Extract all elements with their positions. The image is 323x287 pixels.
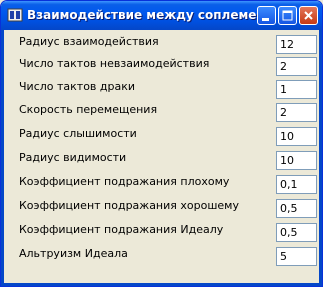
field-label-ideal-imitation-coef: Коэффициент подражания Идеалу xyxy=(19,223,224,236)
minimize-icon xyxy=(262,18,269,21)
field-label-hearing-radius: Радиус слышимости xyxy=(19,127,137,140)
bad-imitation-coef-input[interactable] xyxy=(276,175,317,194)
field-label-visibility-radius: Радиус видимости xyxy=(19,151,127,164)
minimize-button[interactable] xyxy=(257,6,276,25)
movement-speed-input[interactable] xyxy=(276,103,317,122)
interaction-radius-input[interactable] xyxy=(276,35,317,54)
field-label-bad-imitation-coef: Коэффициент подражания плохому xyxy=(19,175,230,188)
field-label-noninteraction-ticks: Число тактов невзаимодействия xyxy=(19,57,210,70)
window-title: Взаимодействие между соплеменник... xyxy=(27,8,259,22)
close-icon xyxy=(304,11,313,20)
field-label-movement-speed: Скорость перемещения xyxy=(19,103,158,116)
maximize-icon xyxy=(282,10,293,21)
ideal-imitation-coef-input[interactable] xyxy=(276,223,317,242)
visibility-radius-input[interactable] xyxy=(276,151,317,170)
maximize-button[interactable] xyxy=(278,6,297,25)
app-icon xyxy=(7,8,23,22)
fight-ticks-input[interactable] xyxy=(276,80,317,99)
field-label-interaction-radius: Радиус взаимодействия xyxy=(19,35,159,48)
dialog-window: Взаимодействие между соплеменник... Ради… xyxy=(0,0,323,287)
noninteraction-ticks-input[interactable] xyxy=(276,57,317,76)
field-label-fight-ticks: Число тактов драки xyxy=(19,80,136,93)
ideal-altruism-input[interactable] xyxy=(276,247,317,266)
field-label-good-imitation-coef: Коэффициент подражания хорошему xyxy=(19,199,239,212)
hearing-radius-input[interactable] xyxy=(276,127,317,146)
good-imitation-coef-input[interactable] xyxy=(276,199,317,218)
close-button[interactable] xyxy=(299,6,318,25)
field-label-ideal-altruism: Альтруизм Идеала xyxy=(19,247,128,260)
title-bar[interactable]: Взаимодействие между соплеменник... xyxy=(1,1,322,30)
